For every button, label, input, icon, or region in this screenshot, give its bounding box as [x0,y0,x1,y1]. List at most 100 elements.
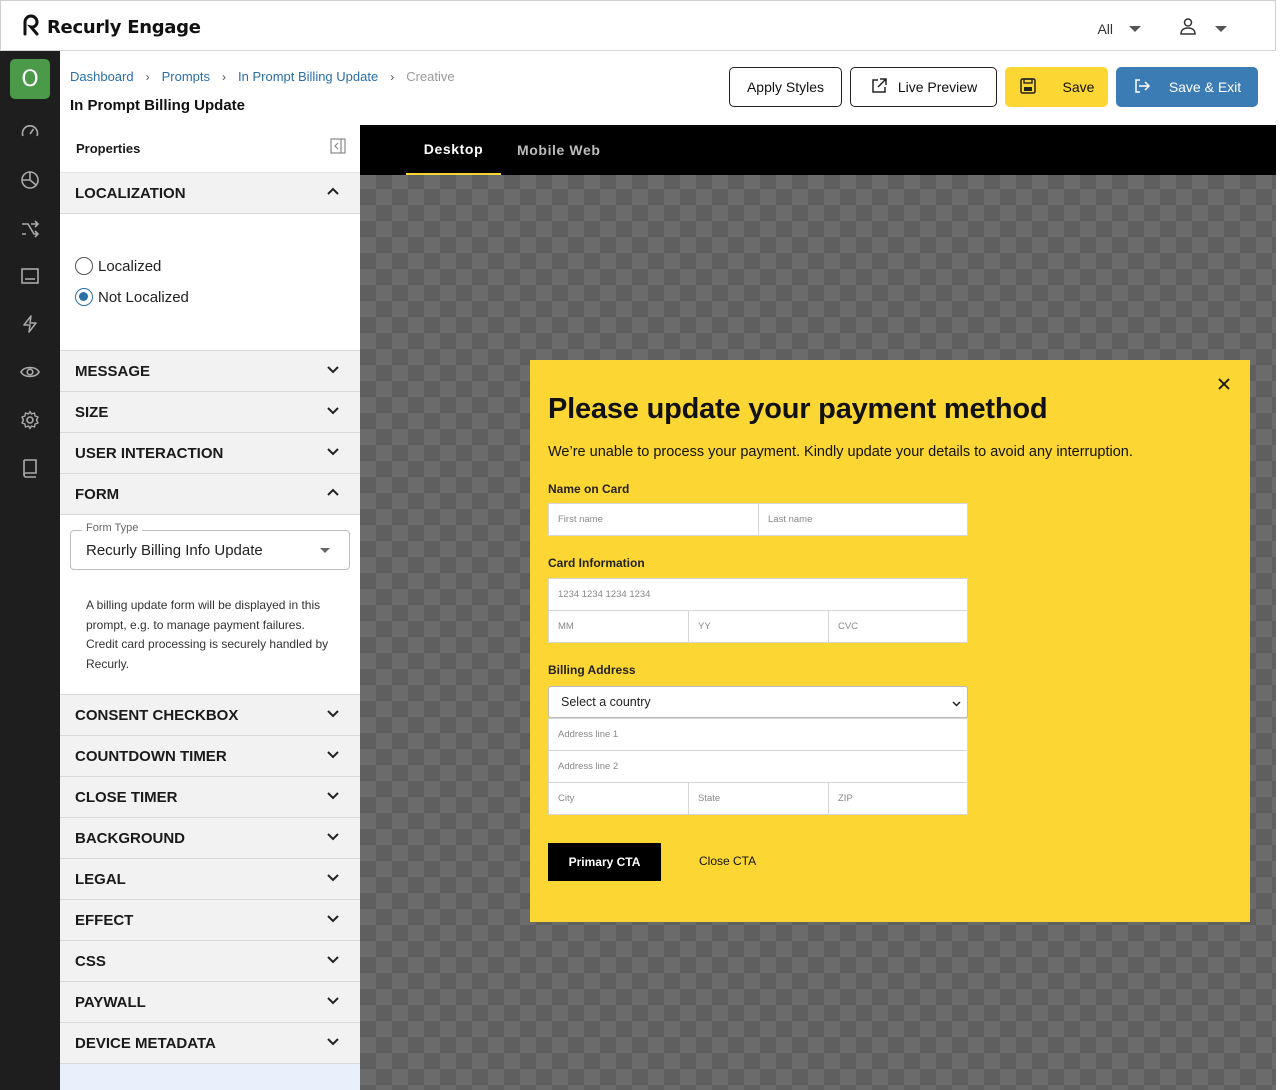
dashboard-gauge-icon[interactable] [20,122,40,142]
section-css[interactable]: CSS [60,941,360,982]
shuffle-icon[interactable] [20,218,40,238]
section-label: BACKGROUND [75,829,185,847]
radio-not-localized[interactable]: Not Localized [75,288,360,306]
city-input[interactable]: City [548,782,689,815]
chevron-down-icon [952,697,961,711]
chevron-up-icon [326,485,340,503]
chevron-down-icon [326,403,340,421]
section-localization-label: LOCALIZATION [75,184,186,202]
section-device-metadata[interactable]: DEVICE METADATA [60,1023,360,1064]
section-legal[interactable]: LEGAL [60,859,360,900]
card-cvc-input[interactable]: CVC [828,610,968,643]
app-name: Recurly Engage [47,17,201,38]
apply-styles-label: Apply Styles [746,79,825,95]
radio-not-localized-label: Not Localized [98,288,189,306]
save-exit-button[interactable]: Save & Exit [1116,67,1258,107]
breadcrumb-prompt[interactable]: In Prompt Billing Update [238,69,378,84]
card-yy-input[interactable]: YY [688,610,829,643]
save-button[interactable]: Save [1005,67,1108,107]
section-form-label: FORM [75,485,120,503]
chevron-down-icon [326,444,340,462]
section-size[interactable]: SIZE [60,392,360,433]
user-menu-chevron-icon[interactable] [1215,25,1227,32]
chevron-down-icon [326,829,340,847]
address-line2-input[interactable]: Address line 2 [548,750,968,783]
chevron-right-icon: › [222,69,227,84]
radio-localized[interactable]: Localized [75,257,360,275]
close-cta-link[interactable]: Close CTA [699,854,756,868]
card-number-input[interactable]: 1234 1234 1234 1234 [548,578,968,611]
first-name-input[interactable]: First name [548,503,759,536]
recurly-logo-icon [21,14,41,41]
chevron-down-icon [326,788,340,806]
section-label: COUNTDOWN TIMER [75,747,227,765]
close-icon[interactable] [1216,376,1232,392]
radio-button-checked[interactable] [75,288,93,306]
account-avatar[interactable]: O [10,59,50,99]
section-close-timer[interactable]: CLOSE TIMER [60,777,360,818]
section-localization[interactable]: LOCALIZATION [60,173,360,214]
form-type-select[interactable]: Form Type Recurly Billing Info Update [70,522,350,570]
radio-button[interactable] [75,257,93,275]
external-link-icon [870,77,888,98]
section-consent-checkbox[interactable]: CONSENT CHECKBOX [60,695,360,736]
app-logo[interactable]: Recurly Engage [21,14,201,41]
lightning-icon[interactable] [20,314,40,334]
floppy-disk-icon [1019,77,1037,98]
chevron-right-icon: › [145,69,150,84]
chevron-right-icon: › [390,69,395,84]
chevron-down-icon [326,706,340,724]
top-bar: Recurly Engage All [0,0,1276,51]
section-label: CONSENT CHECKBOX [75,706,239,724]
chevron-down-icon [326,362,340,380]
live-preview-button[interactable]: Live Preview [850,67,997,107]
last-name-input[interactable]: Last name [758,503,968,536]
apply-styles-button[interactable]: Apply Styles [729,67,842,107]
tab-mobile-web[interactable]: Mobile Web [517,125,601,175]
chevron-down-icon [326,1034,340,1052]
name-on-card-label: Name on Card [548,482,630,496]
collapse-panel-icon[interactable] [330,138,346,159]
section-paywall[interactable]: PAYWALL [60,982,360,1023]
section-user-interaction[interactable]: USER INTERACTION [60,433,360,474]
section-form[interactable]: FORM [60,474,360,515]
breadcrumb-dashboard[interactable]: Dashboard [70,69,134,84]
country-select-value: Select a country [561,695,651,709]
primary-cta-button[interactable]: Primary CTA [548,843,661,881]
section-message-label: MESSAGE [75,362,151,380]
localization-body: Localized Not Localized [60,214,360,351]
window-icon[interactable] [20,266,40,286]
card-mm-input[interactable]: MM [548,610,689,643]
live-preview-label: Live Preview [897,79,978,95]
form-body: Form Type Recurly Billing Info Update A … [60,515,360,695]
section-size-label: SIZE [75,403,109,421]
eye-icon[interactable] [20,362,40,382]
chevron-down-icon[interactable] [1129,25,1141,32]
chevron-down-icon [326,870,340,888]
state-input[interactable]: State [688,782,829,815]
section-countdown-timer[interactable]: COUNTDOWN TIMER [60,736,360,777]
save-exit-label: Save & Exit [1168,79,1242,95]
breadcrumb-prompts[interactable]: Prompts [162,69,210,84]
gear-icon[interactable] [20,410,40,430]
chevron-down-icon [326,911,340,929]
section-message[interactable]: MESSAGE [60,351,360,392]
form-type-value: Recurly Billing Info Update [86,541,263,559]
page-title: In Prompt Billing Update [70,97,245,114]
left-nav-rail: O [0,51,60,1090]
book-icon[interactable] [20,458,40,478]
pie-chart-icon[interactable] [20,170,40,190]
section-effect[interactable]: EFFECT [60,900,360,941]
prompt-description: We’re unable to process your payment. Ki… [548,444,1133,460]
zip-input[interactable]: ZIP [828,782,968,815]
exit-icon [1133,77,1151,98]
chevron-down-icon [320,548,330,553]
address-line1-input[interactable]: Address line 1 [548,718,968,751]
filter-dropdown-label[interactable]: All [1097,21,1113,37]
country-select[interactable]: Select a country [548,686,968,718]
section-background[interactable]: BACKGROUND [60,818,360,859]
section-label: CLOSE TIMER [75,788,178,806]
tab-desktop[interactable]: Desktop [406,125,501,175]
user-icon[interactable] [1179,17,1197,40]
chevron-down-icon [326,952,340,970]
